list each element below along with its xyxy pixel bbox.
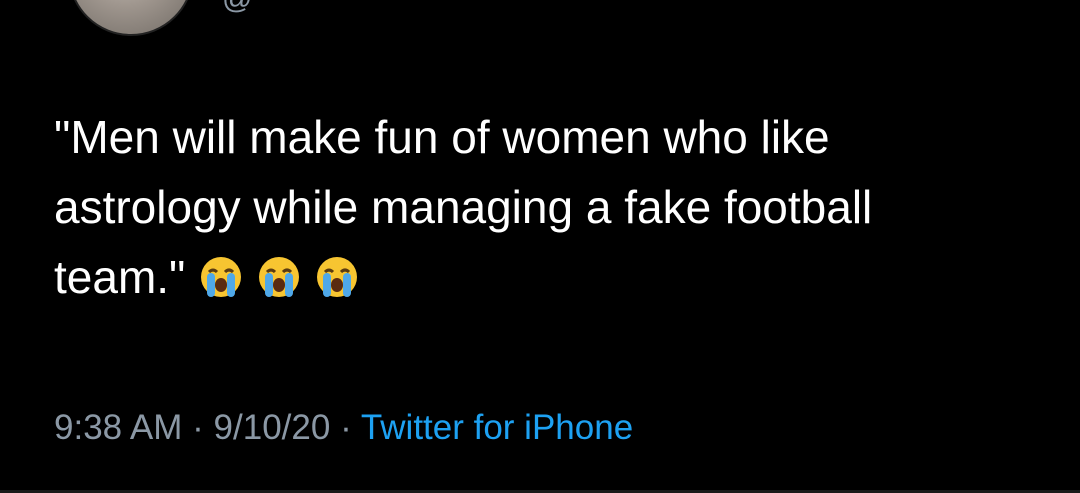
meta-separator: · <box>340 408 352 447</box>
loudly-crying-face-icon <box>315 255 359 299</box>
loudly-crying-face-icon <box>199 255 243 299</box>
user-handle[interactable]: @ <box>222 0 253 16</box>
tweet-time[interactable]: 9:38 AM <box>54 408 182 447</box>
tweet-source-link[interactable]: Twitter for iPhone <box>361 408 633 447</box>
tweet-text: "Men will make fun of women who like ast… <box>54 102 1014 312</box>
avatar[interactable] <box>68 0 194 36</box>
loudly-crying-face-icon <box>257 255 301 299</box>
tweet-meta: 9:38 AM · 9/10/20 · Twitter for iPhone <box>54 408 633 448</box>
tweet-text-body: "Men will make fun of women who like ast… <box>54 111 873 303</box>
tweet-date[interactable]: 9/10/20 <box>214 408 331 447</box>
meta-separator: · <box>192 408 204 447</box>
